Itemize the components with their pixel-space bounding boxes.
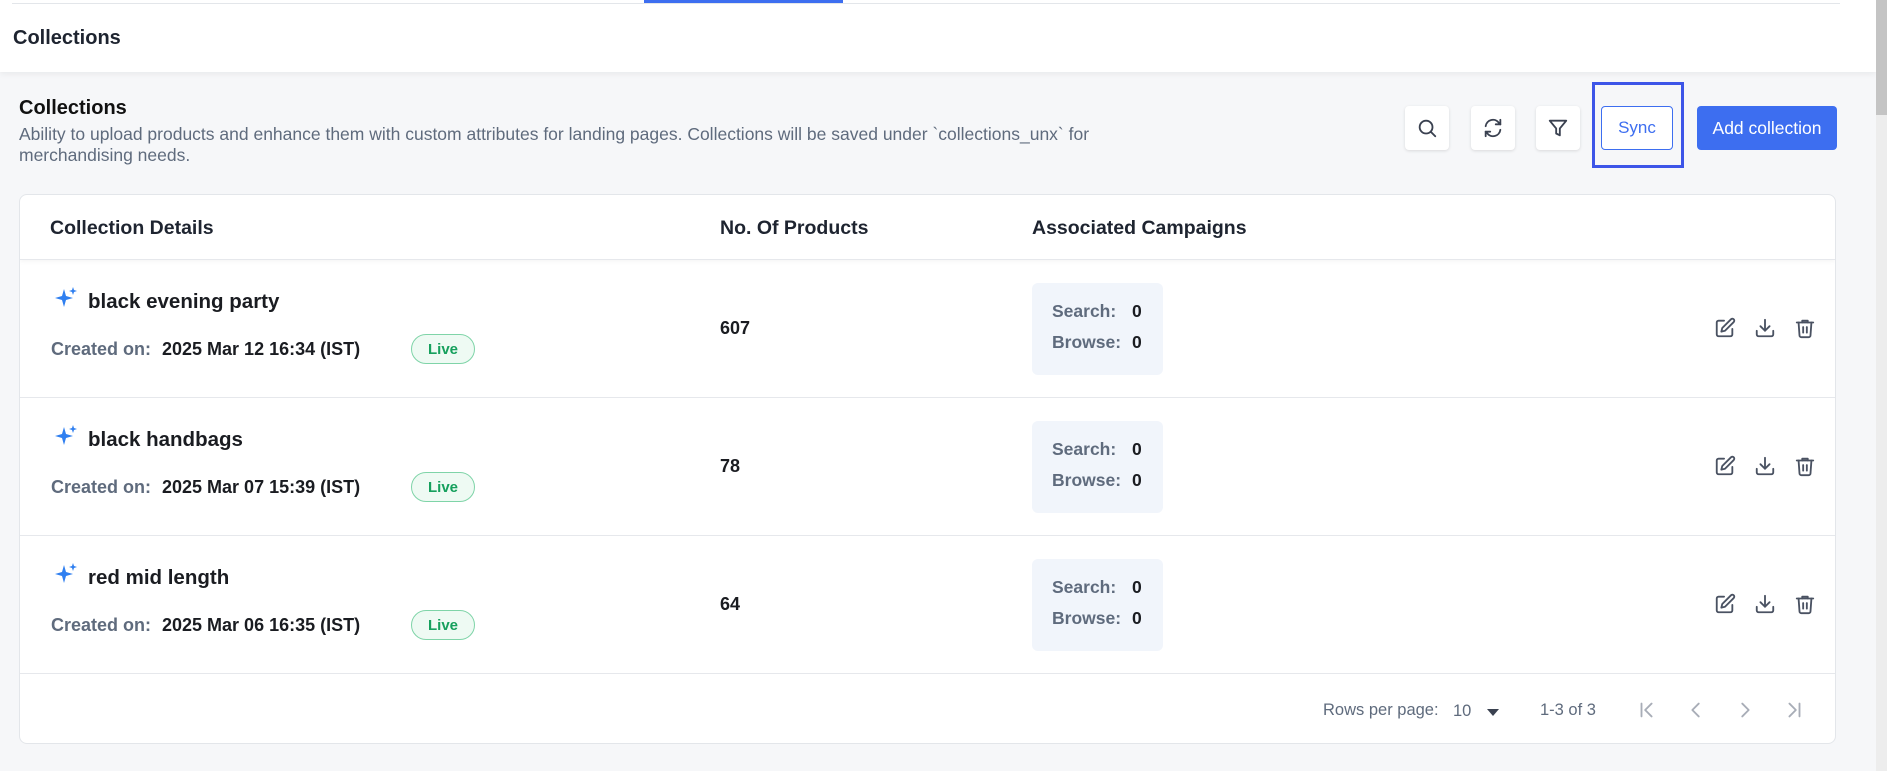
vertical-scrollbar[interactable] bbox=[1876, 0, 1887, 771]
chevron-right-icon bbox=[1741, 702, 1750, 718]
table-row[interactable]: red mid length Created on: 2025 Mar 06 1… bbox=[20, 536, 1835, 674]
top-header: Collections bbox=[0, 0, 1876, 72]
page-range: 1-3 of 3 bbox=[1540, 701, 1596, 719]
created-label: Created on: bbox=[51, 477, 152, 497]
campaigns-box: Search: 0 Browse: 0 bbox=[1032, 421, 1163, 513]
active-tab-indicator bbox=[644, 0, 843, 3]
search-icon bbox=[1418, 119, 1437, 138]
search-button[interactable] bbox=[1405, 106, 1449, 150]
next-page-button[interactable] bbox=[1730, 695, 1760, 725]
rows-per-page-label: Rows per page: bbox=[1323, 701, 1439, 719]
created-date: 2025 Mar 06 16:35 (IST) bbox=[162, 615, 361, 635]
browse-count: 0 bbox=[1132, 608, 1142, 628]
first-page-icon bbox=[1640, 702, 1653, 718]
edit-icon bbox=[1715, 317, 1736, 338]
rows-per-page-select[interactable]: 10 bbox=[1453, 702, 1471, 721]
status-badge: Live bbox=[411, 610, 475, 640]
edit-button[interactable] bbox=[1712, 453, 1738, 479]
search-count: 0 bbox=[1132, 301, 1142, 321]
chevron-down-icon[interactable] bbox=[1487, 709, 1499, 716]
download-button[interactable] bbox=[1752, 453, 1778, 479]
campaigns-box: Search: 0 Browse: 0 bbox=[1032, 559, 1163, 651]
table-row[interactable]: black handbags Created on: 2025 Mar 07 1… bbox=[20, 398, 1835, 536]
collections-page: Collections Collections Ability to uploa… bbox=[0, 0, 1887, 771]
table-row[interactable]: black evening party Created on: 2025 Mar… bbox=[20, 260, 1835, 398]
collection-name[interactable]: red mid length bbox=[88, 566, 229, 590]
created-label: Created on: bbox=[51, 615, 152, 635]
delete-button[interactable] bbox=[1792, 591, 1818, 617]
column-collection-details: Collection Details bbox=[50, 217, 214, 239]
pagination: Rows per page: 10 1-3 of 3 bbox=[20, 675, 1835, 743]
created-label: Created on: bbox=[51, 339, 152, 359]
sparkle-icon bbox=[55, 563, 77, 583]
download-icon bbox=[1755, 318, 1775, 338]
trash-icon bbox=[1795, 319, 1815, 339]
search-label: Search: bbox=[1052, 577, 1117, 597]
created-date: 2025 Mar 07 15:39 (IST) bbox=[162, 477, 361, 497]
column-products: No. Of Products bbox=[720, 217, 869, 239]
section-description: Ability to upload products and enhance t… bbox=[19, 124, 1090, 165]
add-collection-button[interactable]: Add collection bbox=[1697, 106, 1837, 150]
previous-page-button[interactable] bbox=[1681, 695, 1711, 725]
sync-button[interactable]: Sync bbox=[1601, 106, 1673, 150]
status-badge: Live bbox=[411, 472, 475, 502]
filter-button[interactable] bbox=[1536, 106, 1580, 150]
download-icon bbox=[1755, 594, 1775, 614]
search-count: 0 bbox=[1132, 439, 1142, 459]
last-page-button[interactable] bbox=[1779, 695, 1809, 725]
header-divider bbox=[12, 3, 1840, 4]
created-date: 2025 Mar 12 16:34 (IST) bbox=[162, 339, 361, 359]
filter-icon bbox=[1548, 119, 1568, 137]
delete-button[interactable] bbox=[1792, 315, 1818, 341]
edit-button[interactable] bbox=[1712, 591, 1738, 617]
browse-count: 0 bbox=[1132, 470, 1142, 490]
collections-table: Collection Details No. Of Products Assoc… bbox=[19, 194, 1836, 744]
search-label: Search: bbox=[1052, 439, 1117, 459]
breadcrumb: Collections bbox=[13, 27, 121, 49]
browse-count: 0 bbox=[1132, 332, 1142, 352]
browse-label: Browse: bbox=[1052, 332, 1122, 352]
search-count: 0 bbox=[1132, 577, 1142, 597]
edit-icon bbox=[1715, 455, 1736, 476]
campaigns-box: Search: 0 Browse: 0 bbox=[1032, 283, 1163, 375]
last-page-icon bbox=[1788, 702, 1801, 718]
refresh-button[interactable] bbox=[1471, 106, 1515, 150]
download-button[interactable] bbox=[1752, 591, 1778, 617]
table-header: Collection Details No. Of Products Assoc… bbox=[20, 195, 1835, 260]
sparkle-icon bbox=[55, 425, 77, 445]
column-campaigns: Associated Campaigns bbox=[1032, 217, 1247, 239]
trash-icon bbox=[1795, 595, 1815, 615]
search-label: Search: bbox=[1052, 301, 1117, 321]
sparkle-icon bbox=[55, 287, 77, 307]
delete-button[interactable] bbox=[1792, 453, 1818, 479]
edit-button[interactable] bbox=[1712, 315, 1738, 341]
edit-icon bbox=[1715, 593, 1736, 614]
product-count: 607 bbox=[720, 318, 751, 338]
browse-label: Browse: bbox=[1052, 608, 1122, 628]
product-count: 78 bbox=[720, 456, 741, 476]
collection-name[interactable]: black handbags bbox=[88, 428, 243, 452]
product-count: 64 bbox=[720, 594, 741, 614]
chevron-left-icon bbox=[1691, 702, 1700, 718]
status-badge: Live bbox=[411, 334, 475, 364]
first-page-button[interactable] bbox=[1632, 695, 1662, 725]
trash-icon bbox=[1795, 457, 1815, 477]
refresh-icon bbox=[1484, 118, 1502, 138]
download-icon bbox=[1755, 456, 1775, 476]
browse-label: Browse: bbox=[1052, 470, 1122, 490]
section-title: Collections bbox=[19, 97, 127, 119]
collection-name[interactable]: black evening party bbox=[88, 290, 279, 314]
scrollbar-thumb[interactable] bbox=[1876, 0, 1887, 115]
download-button[interactable] bbox=[1752, 315, 1778, 341]
